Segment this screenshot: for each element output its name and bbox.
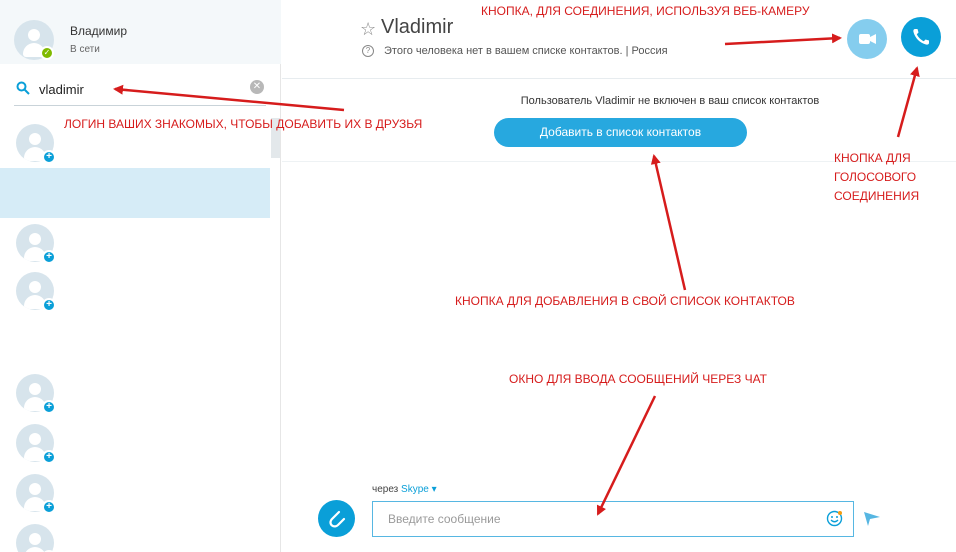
help-icon[interactable]: ? xyxy=(362,45,374,57)
add-contact-icon: + xyxy=(42,298,56,312)
search-result-item[interactable]: + xyxy=(0,370,270,420)
search-result-item[interactable]: + xyxy=(0,268,270,318)
add-to-contacts-button[interactable]: Добавить в список контактов xyxy=(494,118,747,147)
search-icon xyxy=(16,81,30,95)
sidebar: ✓ Владимир В сети ✕ + + + + xyxy=(0,0,281,552)
paperclip-icon xyxy=(329,510,346,528)
via-service[interactable]: Skype xyxy=(401,484,429,495)
message-input[interactable] xyxy=(372,501,854,537)
annotation-add-contact: КНОПКА ДЛЯ ДОБАВЛЕНИЯ В СВОЙ СПИСОК КОНТ… xyxy=(455,294,795,308)
header-divider xyxy=(282,78,956,79)
add-contact-icon: + xyxy=(42,500,56,514)
search-input[interactable] xyxy=(39,79,239,99)
skype-window: ✓ Владимир В сети ✕ + + + + xyxy=(0,0,956,552)
add-contact-icon: + xyxy=(42,150,56,164)
contact-subtitle: Этого человека нет в вашем списке контак… xyxy=(384,45,668,57)
via-prefix: через xyxy=(372,484,399,495)
attach-button[interactable] xyxy=(318,500,355,537)
add-contact-icon: + xyxy=(42,250,56,264)
search-result-item[interactable]: + xyxy=(0,420,270,470)
contact-avatar xyxy=(16,524,54,552)
add-contact-icon: + xyxy=(42,400,56,414)
online-status-icon: ✓ xyxy=(40,46,54,60)
favorite-star-icon[interactable]: ☆ xyxy=(360,19,376,40)
annotation-voice-line1: КНОПКА ДЛЯ xyxy=(834,151,911,165)
smile-icon[interactable] xyxy=(826,510,843,527)
send-icon[interactable] xyxy=(864,512,880,526)
video-call-button[interactable] xyxy=(847,19,887,59)
not-in-contacts-notice: Пользователь Vladimir не включен в ваш с… xyxy=(520,95,820,107)
add-contact-icon: + xyxy=(42,450,56,464)
search-result-item[interactable]: + xyxy=(0,520,270,552)
send-via-selector[interactable]: через Skype ▾ xyxy=(372,484,437,495)
annotation-chat-window: ОКНО ДЛЯ ВВОДА СООБЩЕНИЙ ЧЕРЕЗ ЧАТ xyxy=(509,372,767,386)
chevron-down-icon[interactable]: ▾ xyxy=(432,484,437,495)
my-status[interactable]: В сети xyxy=(70,44,100,55)
search-result-item[interactable]: + xyxy=(0,470,270,520)
clear-search-icon[interactable]: ✕ xyxy=(250,80,264,94)
annotation-voice-line3: СОЕДИНЕНИЯ xyxy=(834,189,920,203)
search-bar: ✕ xyxy=(14,76,266,106)
contact-name[interactable]: Vladimir xyxy=(381,16,453,39)
search-result-item[interactable]: + xyxy=(0,220,270,270)
annotation-voice-line2: ГОЛОСОВОГО xyxy=(834,170,917,184)
search-result-item[interactable] xyxy=(0,168,270,218)
phone-icon xyxy=(913,29,929,45)
video-icon xyxy=(859,34,876,44)
annotation-video-button: КНОПКА, ДЛЯ СОЕДИНЕНИЯ, ИСПОЛЬЗУЯ ВЕБ-КА… xyxy=(481,4,810,18)
my-name[interactable]: Владимир xyxy=(70,24,127,38)
annotation-search-login: ЛОГИН ВАШИХ ЗНАКОМЫХ, ЧТОБЫ ДОБАВИТЬ ИХ … xyxy=(64,117,423,131)
voice-call-button[interactable] xyxy=(901,17,941,57)
